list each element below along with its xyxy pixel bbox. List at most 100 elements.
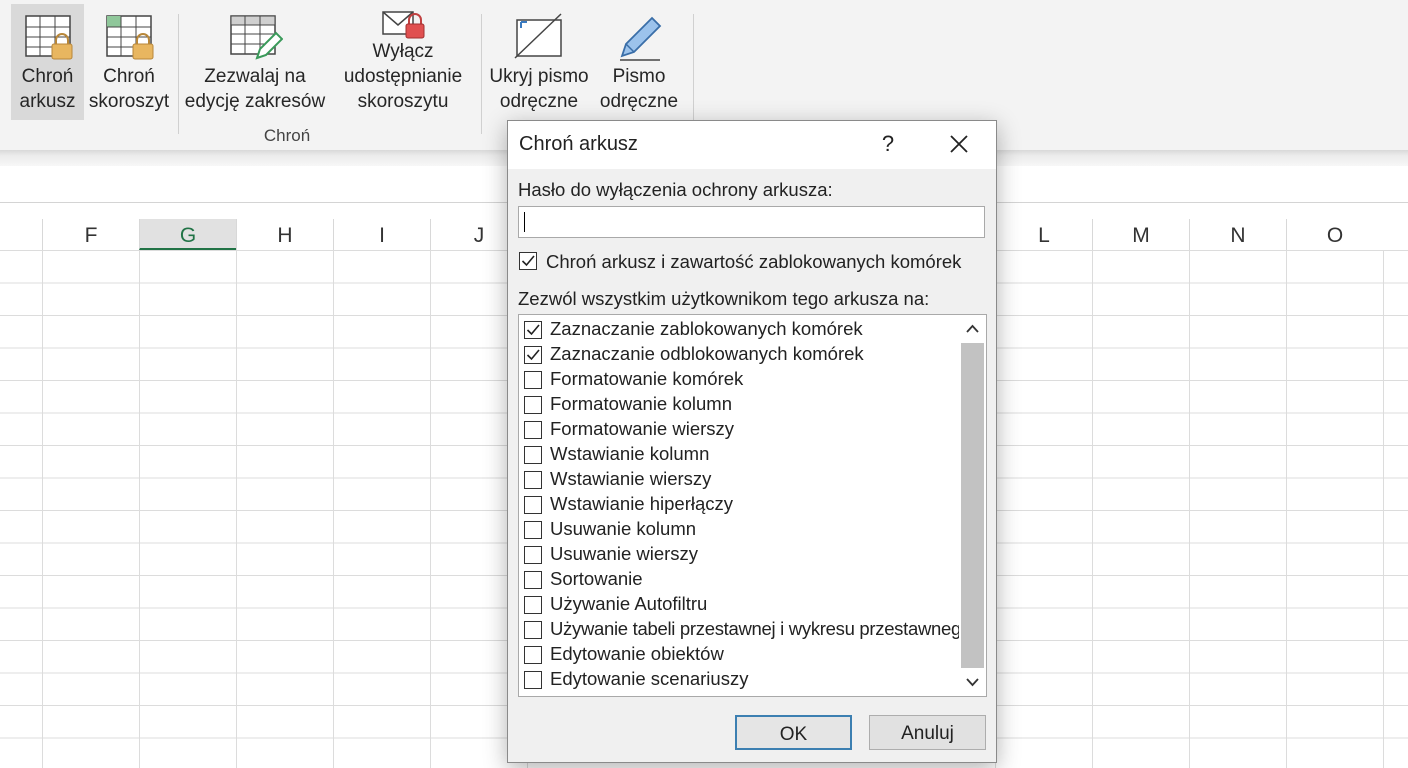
permission-label: Usuwanie kolumn bbox=[550, 518, 697, 539]
ink-label-1: Pismo bbox=[612, 66, 666, 87]
allow-edit-ranges-button[interactable]: Zezwalaj na edycję zakresów bbox=[182, 4, 328, 120]
column-header[interactable]: M bbox=[1092, 219, 1189, 250]
permission-checkbox[interactable] bbox=[524, 421, 542, 439]
permission-label: Usuwanie wierszy bbox=[550, 543, 699, 564]
column-header[interactable]: O bbox=[1286, 219, 1383, 250]
permission-checkbox[interactable] bbox=[524, 571, 542, 589]
hide-ink-icon bbox=[511, 12, 567, 69]
permission-label: Edytowanie scenariuszy bbox=[550, 668, 749, 689]
permission-label: Używanie tabeli przestawnej i wykresu pr… bbox=[550, 618, 971, 639]
list-scrollbar[interactable] bbox=[959, 315, 986, 696]
list-item[interactable]: Formatowanie komórek bbox=[519, 367, 959, 392]
permission-label: Wstawianie wierszy bbox=[550, 468, 712, 489]
grid-line bbox=[236, 250, 237, 768]
password-label: Hasło do wyłączenia ochrony arkusza: bbox=[518, 179, 833, 200]
list-item[interactable]: Usuwanie wierszy bbox=[519, 542, 959, 567]
permission-checkbox[interactable] bbox=[524, 621, 542, 639]
dialog-title: Chroń arkusz bbox=[519, 133, 638, 155]
permission-label: Wstawianie hiperłączy bbox=[550, 493, 734, 514]
cancel-button[interactable]: Anuluj bbox=[869, 715, 986, 750]
scrollbar-thumb[interactable] bbox=[961, 343, 984, 668]
permission-label: Formatowanie komórek bbox=[550, 368, 744, 389]
list-item[interactable]: Zaznaczanie odblokowanych komórek bbox=[519, 342, 959, 367]
protect-sheet-label-1: Chroń bbox=[21, 66, 74, 87]
list-item[interactable]: Formatowanie kolumn bbox=[519, 392, 959, 417]
list-item[interactable]: Używanie tabeli przestawnej i wykresu pr… bbox=[519, 617, 971, 642]
ribbon-group-label: Chroń bbox=[263, 126, 311, 145]
close-icon[interactable] bbox=[943, 131, 975, 159]
hide-ink-button[interactable]: Ukryj pismo odręczne bbox=[486, 4, 592, 120]
permission-checkbox[interactable] bbox=[524, 521, 542, 539]
permission-label: Wstawianie kolumn bbox=[550, 443, 710, 464]
column-header[interactable]: N bbox=[1189, 219, 1286, 250]
list-item[interactable]: Zaznaczanie zablokowanych komórek bbox=[519, 317, 959, 342]
permission-label: Zaznaczanie zablokowanych komórek bbox=[550, 318, 863, 339]
permission-label: Formatowanie kolumn bbox=[550, 393, 732, 414]
protect-workbook-icon bbox=[103, 12, 155, 69]
unshare-workbook-label-2: udostępnianie bbox=[343, 66, 463, 87]
permission-label: Formatowanie wierszy bbox=[550, 418, 735, 439]
column-header[interactable]: I bbox=[333, 219, 430, 250]
permission-checkbox[interactable] bbox=[524, 671, 542, 689]
protect-sheet-checkbox-label[interactable]: Chroń arkusz i zawartość zablokowanych k… bbox=[546, 251, 961, 273]
column-header-selected[interactable]: G bbox=[139, 219, 236, 250]
ribbon-separator bbox=[693, 14, 694, 134]
permission-checkbox[interactable] bbox=[524, 471, 542, 489]
permission-checkbox[interactable] bbox=[524, 446, 542, 464]
list-item[interactable]: Wstawianie wierszy bbox=[519, 467, 959, 492]
permission-checkbox[interactable] bbox=[524, 396, 542, 414]
permission-label: Zaznaczanie odblokowanych komórek bbox=[550, 343, 864, 364]
grid-line bbox=[1286, 250, 1287, 768]
list-item[interactable]: Edytowanie obiektów bbox=[519, 642, 959, 667]
ribbon-separator bbox=[481, 14, 482, 134]
list-item[interactable]: Edytowanie scenariuszy bbox=[519, 667, 959, 692]
allow-edit-ranges-icon bbox=[227, 12, 284, 69]
ink-button[interactable]: Pismo odręczne bbox=[596, 4, 682, 120]
column-header[interactable]: F bbox=[42, 219, 139, 250]
grid-line bbox=[333, 250, 334, 768]
scroll-up-icon[interactable] bbox=[961, 317, 984, 341]
list-item[interactable]: Wstawianie kolumn bbox=[519, 442, 959, 467]
unshare-workbook-label-3: skoroszytu bbox=[357, 91, 449, 112]
ink-label-2: odręczne bbox=[599, 91, 679, 112]
hide-ink-label-2: odręczne bbox=[499, 91, 579, 112]
protect-sheet-dialog: Chroń arkusz ? Hasło do wyłączenia ochro… bbox=[507, 120, 997, 763]
allow-edit-ranges-label-1: Zezwalaj na bbox=[204, 66, 306, 87]
permission-label: Edytowanie obiektów bbox=[550, 643, 724, 664]
list-item[interactable]: Używanie Autofiltru bbox=[519, 592, 959, 617]
text-caret bbox=[524, 212, 525, 232]
protect-sheet-checkbox[interactable] bbox=[519, 252, 537, 270]
list-item[interactable]: Formatowanie wierszy bbox=[519, 417, 959, 442]
protect-workbook-button[interactable]: Chroń skoroszyt bbox=[88, 4, 170, 120]
scroll-down-icon[interactable] bbox=[961, 670, 984, 694]
protect-sheet-label-2: arkusz bbox=[19, 91, 76, 112]
permission-checkbox[interactable] bbox=[524, 546, 542, 564]
dialog-titlebar[interactable]: Chroń arkusz ? bbox=[508, 121, 996, 169]
permission-checkbox[interactable] bbox=[524, 646, 542, 664]
protect-workbook-label-1: Chroń bbox=[103, 66, 155, 87]
ink-pen-icon bbox=[614, 12, 664, 69]
permission-checkbox[interactable] bbox=[524, 496, 542, 514]
allow-edit-ranges-label-2: edycję zakresów bbox=[184, 91, 326, 112]
help-button[interactable]: ? bbox=[875, 131, 901, 159]
ribbon-separator bbox=[178, 14, 179, 134]
ok-button[interactable]: OK bbox=[735, 715, 852, 750]
list-item[interactable]: Sortowanie bbox=[519, 567, 959, 592]
permission-checkbox[interactable] bbox=[524, 371, 542, 389]
column-header[interactable]: L bbox=[995, 219, 1092, 250]
grid-line bbox=[42, 250, 43, 768]
grid-line bbox=[139, 250, 140, 768]
hide-ink-label-1: Ukryj pismo bbox=[489, 66, 589, 87]
permission-checkbox[interactable] bbox=[524, 596, 542, 614]
list-item[interactable]: Wstawianie hiperłączy bbox=[519, 492, 959, 517]
column-header[interactable]: H bbox=[236, 219, 333, 250]
permissions-list[interactable]: Zaznaczanie zablokowanych komórek Zaznac… bbox=[518, 314, 987, 697]
password-input[interactable] bbox=[518, 206, 985, 238]
permission-checkbox[interactable] bbox=[524, 346, 542, 364]
permission-label: Sortowanie bbox=[550, 568, 643, 589]
protect-sheet-button[interactable]: Chroń arkusz bbox=[11, 4, 84, 120]
list-item[interactable]: Usuwanie kolumn bbox=[519, 517, 959, 542]
permission-checkbox[interactable] bbox=[524, 321, 542, 339]
grid-line bbox=[430, 250, 431, 768]
unshare-workbook-button[interactable]: Wyłącz udostępnianie skoroszytu bbox=[336, 4, 470, 120]
